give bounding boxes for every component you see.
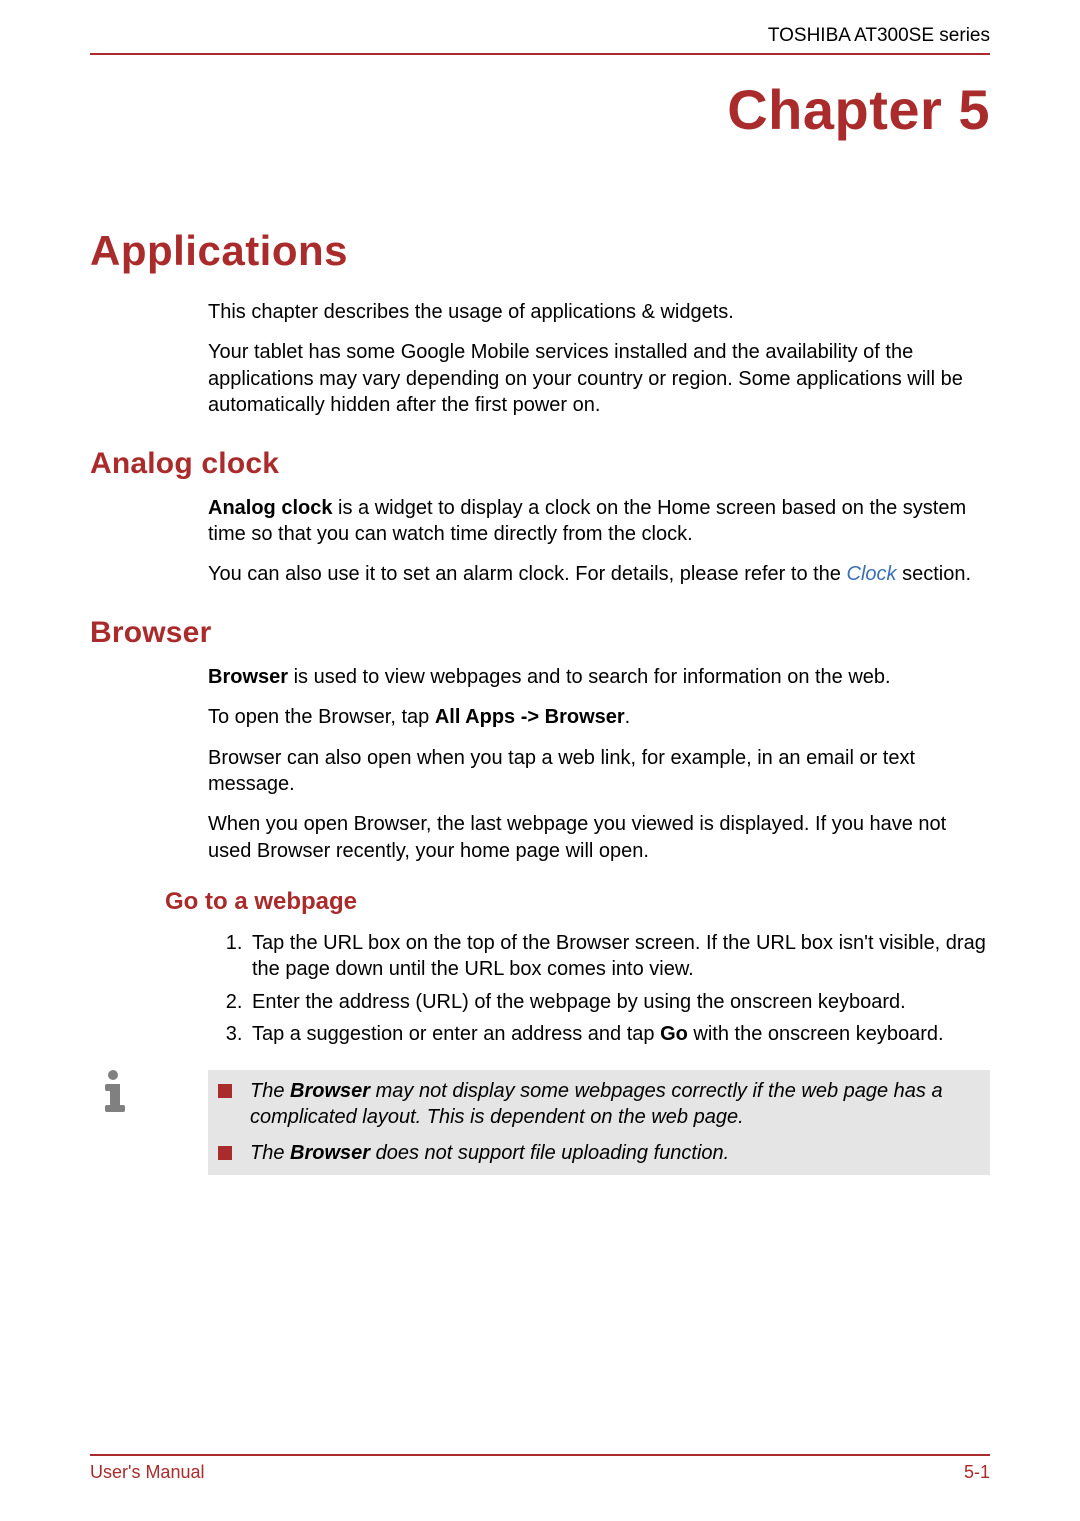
analog-text: You can also use it to set an alarm cloc…	[208, 563, 847, 585]
steps-list: Tap the URL box on the top of the Browse…	[208, 930, 990, 1048]
chapter-label: Chapter 5	[90, 77, 990, 142]
analog-bold: Analog clock	[208, 497, 332, 519]
square-bullet-icon	[218, 1084, 232, 1098]
intro-paragraph: Your tablet has some Google Mobile servi…	[208, 339, 990, 418]
info-icon	[90, 1068, 136, 1114]
browser-paragraph: Browser is used to view webpages and to …	[208, 664, 990, 690]
browser-path-bold: All Apps -> Browser	[435, 706, 625, 728]
note-row: The Browser may not display some webpage…	[90, 1062, 990, 1175]
clock-link[interactable]: Clock	[847, 563, 897, 585]
note-text: The Browser does not support file upload…	[250, 1140, 729, 1166]
section-heading-analog-clock: Analog clock	[90, 447, 990, 481]
footer-page-number: 5-1	[964, 1462, 990, 1483]
page-footer: User's Manual 5-1	[90, 1454, 990, 1483]
intro-block: This chapter describes the usage of appl…	[208, 299, 990, 419]
analog-text: section.	[897, 563, 971, 585]
note-item: The Browser does not support file upload…	[218, 1140, 980, 1166]
step-item: Tap a suggestion or enter an address and…	[248, 1021, 990, 1047]
manual-page: TOSHIBA AT300SE series Chapter 5 Applica…	[0, 0, 1080, 1521]
analog-paragraph: You can also use it to set an alarm cloc…	[208, 561, 990, 587]
step-text: Tap a suggestion or enter an address and…	[252, 1023, 660, 1045]
subsection-heading-go-to-webpage: Go to a webpage	[165, 888, 990, 916]
step-item: Enter the address (URL) of the webpage b…	[248, 989, 990, 1015]
header-rule	[90, 53, 990, 55]
footer-rule	[90, 1454, 990, 1456]
browser-text: is used to view webpages and to search f…	[288, 666, 891, 688]
running-header: TOSHIBA AT300SE series	[90, 25, 990, 53]
browser-block: Browser is used to view webpages and to …	[208, 664, 990, 864]
note-bold: Browser	[290, 1080, 370, 1102]
step-text: with the onscreen keyboard.	[688, 1023, 944, 1045]
note-box: The Browser may not display some webpage…	[208, 1070, 990, 1175]
analog-clock-block: Analog clock is a widget to display a cl…	[208, 495, 990, 588]
square-bullet-icon	[218, 1146, 232, 1160]
analog-paragraph: Analog clock is a widget to display a cl…	[208, 495, 990, 548]
step-bold: Go	[660, 1023, 688, 1045]
footer-left: User's Manual	[90, 1462, 204, 1483]
step-item: Tap the URL box on the top of the Browse…	[248, 930, 990, 983]
browser-paragraph: When you open Browser, the last webpage …	[208, 811, 990, 864]
page-title: Applications	[90, 227, 990, 275]
note-bold: Browser	[290, 1142, 370, 1164]
intro-paragraph: This chapter describes the usage of appl…	[208, 299, 990, 325]
note-span: The	[250, 1080, 290, 1102]
browser-paragraph: To open the Browser, tap All Apps -> Bro…	[208, 704, 990, 730]
note-text: The Browser may not display some webpage…	[250, 1078, 980, 1131]
note-span: The	[250, 1142, 290, 1164]
note-icon-column	[90, 1062, 208, 1114]
browser-paragraph: Browser can also open when you tap a web…	[208, 745, 990, 798]
browser-text: To open the Browser, tap	[208, 706, 435, 728]
section-heading-browser: Browser	[90, 616, 990, 650]
note-span: does not support file uploading function…	[370, 1142, 729, 1164]
goto-block: Tap the URL box on the top of the Browse…	[208, 930, 990, 1048]
browser-text: .	[625, 706, 631, 728]
note-item: The Browser may not display some webpage…	[218, 1078, 980, 1131]
browser-bold: Browser	[208, 666, 288, 688]
